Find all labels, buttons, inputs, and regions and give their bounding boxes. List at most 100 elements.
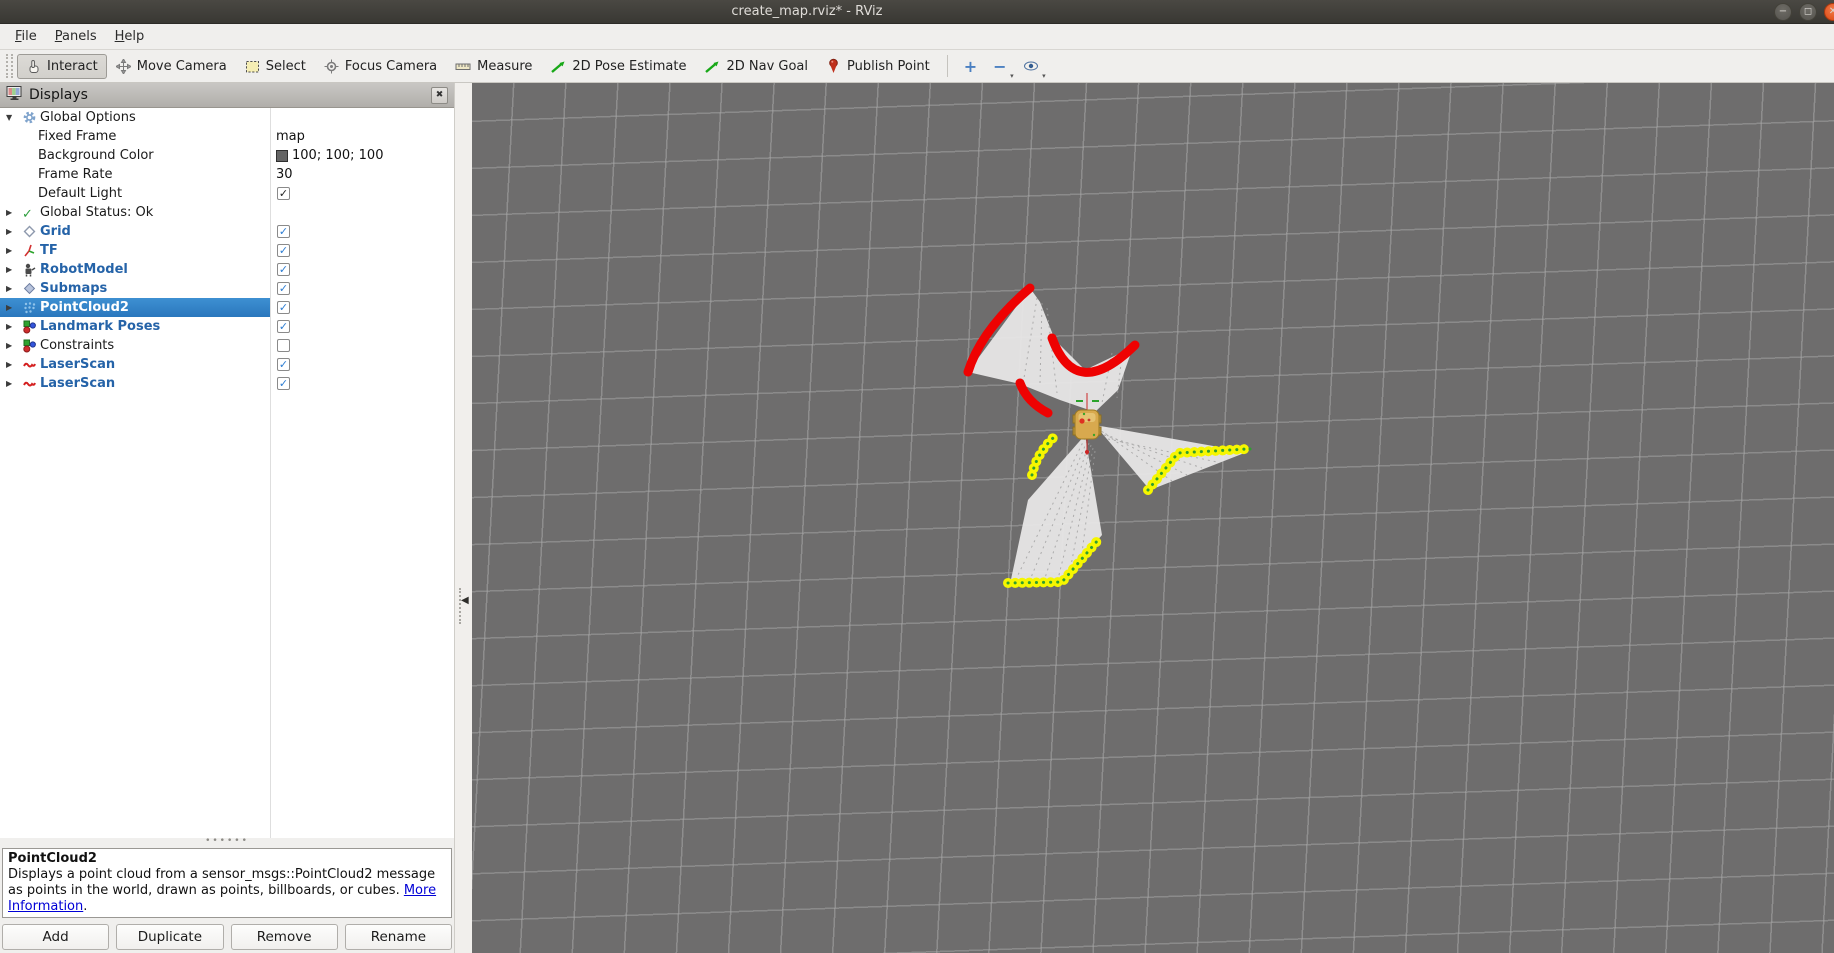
- property-value[interactable]: 30: [276, 165, 293, 184]
- menu-file[interactable]: File: [6, 26, 46, 47]
- tf-axes-icon: [22, 243, 37, 258]
- checkbox[interactable]: ✓: [277, 263, 290, 276]
- tree-row-label: Landmark Poses: [40, 317, 160, 336]
- collapse-panel-icon[interactable]: ◀: [461, 595, 469, 606]
- expand-arrow-icon[interactable]: ▶: [6, 317, 12, 336]
- expand-arrow-icon[interactable]: ▶: [6, 279, 12, 298]
- checkbox[interactable]: ✓: [277, 282, 290, 295]
- expand-arrow-icon[interactable]: ▶: [6, 355, 12, 374]
- panel-close-icon[interactable]: ✖: [431, 87, 448, 104]
- property-value[interactable]: map: [276, 127, 305, 146]
- expand-arrow-icon[interactable]: ▶: [6, 336, 12, 355]
- tree-row-default-light[interactable]: Default Light ✓: [0, 184, 454, 203]
- duplicate-button[interactable]: Duplicate: [116, 924, 223, 950]
- displays-tree: ▼ Global Options Fixed Frame map Backgro…: [0, 108, 454, 838]
- green-arrow-icon: [550, 59, 566, 74]
- checkbox[interactable]: ✓: [277, 225, 290, 238]
- displays-panel: Displays ✖ ▼ Global Options Fixed Frame …: [0, 83, 455, 953]
- toolbar-separator: [947, 55, 948, 77]
- tree-row-label: LaserScan: [40, 374, 115, 393]
- add-tool-button[interactable]: +: [956, 55, 985, 78]
- description-title: PointCloud2: [8, 851, 446, 867]
- tree-row-label: Submaps: [40, 279, 107, 298]
- tree-row-tf[interactable]: ▶ TF ✓: [0, 241, 454, 260]
- displays-panel-header[interactable]: Displays ✖: [0, 83, 454, 108]
- tree-row-laserscan-2[interactable]: ▶ LaserScan ✓: [0, 374, 454, 393]
- tree-row-label: TF: [40, 241, 58, 260]
- expand-arrow-icon[interactable]: ▶: [6, 241, 12, 260]
- tree-row-label: RobotModel: [40, 260, 128, 279]
- display-actions: Add Duplicate Remove Rename: [0, 918, 454, 950]
- tree-row-grid[interactable]: ▶ Grid ✓: [0, 222, 454, 241]
- window-title: create_map.rviz* - RViz: [731, 4, 882, 19]
- move-icon: [116, 59, 131, 74]
- main-area: Displays ✖ ▼ Global Options Fixed Frame …: [0, 83, 1834, 953]
- tree-row-background-color[interactable]: Background Color 100; 100; 100: [0, 146, 454, 165]
- menu-bar: File Panels Help: [0, 24, 1834, 50]
- tree-row-global-status[interactable]: ▶ ✓ Global Status: Ok: [0, 203, 454, 222]
- green-arrow-icon: [704, 59, 720, 74]
- panel-title: Displays: [29, 87, 88, 103]
- tree-row-laserscan-1[interactable]: ▶ LaserScan ✓: [0, 355, 454, 374]
- monitor-icon: [6, 85, 23, 105]
- display-description: PointCloud2 Displays a point cloud from …: [2, 848, 452, 918]
- expand-arrow-icon[interactable]: ▶: [6, 260, 12, 279]
- tree-row-frame-rate[interactable]: Frame Rate 30: [0, 165, 454, 184]
- checkbox[interactable]: ✓: [277, 339, 290, 352]
- close-button[interactable]: ✕: [1824, 3, 1834, 21]
- checkbox[interactable]: ✓: [277, 244, 290, 257]
- minimize-button[interactable]: −: [1774, 3, 1792, 21]
- tree-row-label: Constraints: [40, 336, 114, 355]
- tree-row-fixed-frame[interactable]: Fixed Frame map: [0, 127, 454, 146]
- checkbox[interactable]: ✓: [277, 187, 290, 200]
- checkbox[interactable]: ✓: [277, 377, 290, 390]
- expand-arrow-icon[interactable]: ▶: [6, 298, 12, 317]
- expand-arrow-icon[interactable]: ▶: [6, 222, 12, 241]
- checkbox[interactable]: ✓: [277, 301, 290, 314]
- expand-arrow-icon[interactable]: ▶: [6, 203, 12, 222]
- landmark-poses-icon: [22, 319, 37, 334]
- checkbox[interactable]: ✓: [277, 358, 290, 371]
- tool-measure[interactable]: Measure: [446, 54, 541, 79]
- green-check-icon: ✓: [22, 205, 37, 220]
- tool-move-camera[interactable]: Move Camera: [107, 54, 236, 79]
- splitter-dots: [459, 588, 461, 624]
- menu-help[interactable]: Help: [106, 26, 154, 47]
- tree-row-pointcloud2[interactable]: ▶ PointCloud2 ✓: [0, 298, 454, 317]
- maximize-button[interactable]: ◻: [1799, 3, 1817, 21]
- tree-row-robotmodel[interactable]: ▶ RobotModel ✓: [0, 260, 454, 279]
- rename-button[interactable]: Rename: [345, 924, 452, 950]
- tool-select[interactable]: Select: [236, 54, 315, 79]
- tree-row-landmark-poses[interactable]: ▶ Landmark Poses ✓: [0, 317, 454, 336]
- expand-arrow-icon[interactable]: ▶: [6, 374, 12, 393]
- tool-interact[interactable]: Interact: [17, 54, 107, 79]
- 3d-viewport[interactable]: [472, 83, 1834, 953]
- remove-tool-button[interactable]: −▾: [985, 55, 1014, 78]
- map-pin-icon: [826, 58, 841, 74]
- tool-publish-point[interactable]: Publish Point: [817, 53, 939, 79]
- tree-row-global-options[interactable]: ▼ Global Options: [0, 108, 454, 127]
- checkbox[interactable]: ✓: [277, 320, 290, 333]
- expand-arrow-icon[interactable]: ▼: [6, 108, 12, 127]
- tree-row-submaps[interactable]: ▶ Submaps ✓: [0, 279, 454, 298]
- menu-panels[interactable]: Panels: [46, 26, 106, 47]
- selection-box-icon: [245, 59, 260, 74]
- remove-button[interactable]: Remove: [231, 924, 338, 950]
- scene-render: [472, 83, 1834, 953]
- gear-icon: [22, 110, 37, 125]
- tree-row-label: Global Status: Ok: [40, 203, 153, 222]
- add-button[interactable]: Add: [2, 924, 109, 950]
- toolbar-drag-handle[interactable]: [6, 54, 13, 78]
- color-swatch: [276, 150, 288, 162]
- panel-view-splitter[interactable]: ◀: [455, 83, 472, 953]
- panel-splitter-handle[interactable]: ••••••: [0, 838, 454, 848]
- tree-row-constraints[interactable]: ▶ Constraints ✓: [0, 336, 454, 355]
- tool-2d-nav-goal[interactable]: 2D Nav Goal: [695, 54, 817, 79]
- tool-focus-camera[interactable]: Focus Camera: [315, 54, 446, 79]
- tool-visibility-button[interactable]: ▾: [1015, 55, 1047, 78]
- property-label: Frame Rate: [38, 165, 112, 184]
- tool-2d-pose-estimate[interactable]: 2D Pose Estimate: [541, 54, 695, 79]
- tree-row-label: Grid: [40, 222, 71, 241]
- window-controls: − ◻ ✕: [1774, 3, 1834, 21]
- property-label: Default Light: [38, 184, 122, 203]
